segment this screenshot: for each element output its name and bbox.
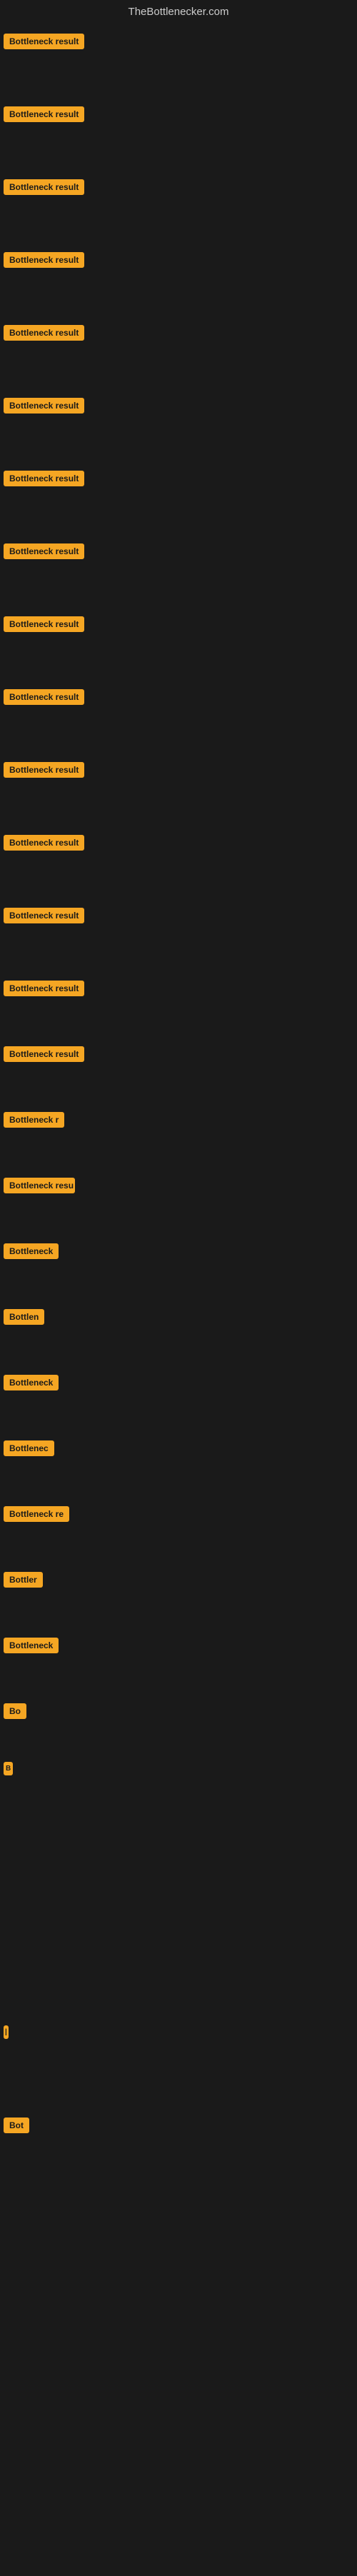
bottleneck-badge[interactable]: Bottleneck	[4, 1243, 59, 1259]
site-title: TheBottlenecker.com	[129, 6, 229, 18]
bottleneck-badge[interactable]: Bottleneck result	[4, 616, 84, 632]
list-item: Bo	[0, 1696, 357, 1733]
list-item: Bottleneck	[0, 1630, 357, 1668]
list-item: Bottleneck	[0, 1236, 357, 1273]
list-item: Bottleneck result	[0, 1039, 357, 1076]
bottleneck-badge[interactable]: Bottleneck	[4, 1638, 59, 1653]
list-item: Bottleneck result	[0, 536, 357, 573]
list-item	[0, 1975, 357, 1997]
list-item: Bottleneck result	[0, 973, 357, 1011]
content-area: Bottleneck result Bottleneck result Bott…	[0, 26, 357, 2576]
bottleneck-badge[interactable]: Bottleneck result	[4, 471, 84, 486]
bottleneck-badge[interactable]: Bottleneck result	[4, 34, 84, 49]
bottleneck-badge[interactable]: Bottleneck result	[4, 543, 84, 559]
bottleneck-badge[interactable]: Bottleneck re	[4, 1506, 69, 1522]
list-item: Bottleneck result	[0, 391, 357, 428]
bottleneck-badge[interactable]: Bottleneck	[4, 1375, 59, 1390]
list-item: Bottleneck result	[0, 682, 357, 719]
list-item: Bottleneck r	[0, 1105, 357, 1142]
bottleneck-badge[interactable]: Bottleneck result	[4, 762, 84, 778]
bottleneck-badge[interactable]: Bo	[4, 1703, 26, 1719]
list-item: Bottleneck result	[0, 828, 357, 865]
list-item: Bottler	[0, 1565, 357, 1602]
list-item: Bottlen	[0, 1302, 357, 1339]
list-item: Bottleneck result	[0, 463, 357, 501]
bottleneck-badge[interactable]: Bottleneck result	[4, 252, 84, 268]
list-item: Bottlenec	[0, 1433, 357, 1470]
bottleneck-badge[interactable]: Bottleneck resu	[4, 1178, 75, 1193]
bottleneck-badge[interactable]: Bottleneck result	[4, 908, 84, 923]
list-item: Bot	[0, 2110, 357, 2147]
list-item	[0, 1811, 357, 1833]
bottleneck-badge[interactable]: Bottleneck result	[4, 325, 84, 341]
list-item: Bottleneck resu	[0, 1171, 357, 1208]
bottleneck-badge[interactable]: |	[4, 2025, 9, 2039]
list-item: Bottleneck result	[0, 172, 357, 209]
bottleneck-badge[interactable]: Bot	[4, 2118, 29, 2133]
bottleneck-badge[interactable]: Bottleneck result	[4, 689, 84, 705]
bottleneck-badge[interactable]: Bottler	[4, 1572, 43, 1588]
list-item: Bottleneck result	[0, 901, 357, 938]
list-item: Bottleneck result	[0, 245, 357, 282]
bottleneck-badge[interactable]: Bottlen	[4, 1309, 44, 1325]
list-item: Bottleneck re	[0, 1499, 357, 1536]
bottleneck-badge[interactable]: Bottleneck result	[4, 179, 84, 195]
list-item: Bottleneck result	[0, 99, 357, 136]
bottleneck-badge[interactable]: Bottleneck result	[4, 398, 84, 414]
bottleneck-badge[interactable]: Bottleneck result	[4, 835, 84, 851]
bottleneck-badge[interactable]: B	[4, 1762, 13, 1775]
list-item: Bottleneck result	[0, 318, 357, 355]
bottleneck-badge[interactable]: Bottleneck result	[4, 981, 84, 996]
list-item: Bottleneck result	[0, 755, 357, 792]
list-item: Bottleneck result	[0, 609, 357, 646]
bottleneck-badge[interactable]: Bottlenec	[4, 1440, 54, 1456]
bottleneck-badge[interactable]: Bottleneck result	[4, 106, 84, 122]
bottleneck-badge[interactable]: Bottleneck r	[4, 1112, 64, 1128]
list-item: Bottleneck	[0, 1368, 357, 1405]
list-item: B	[0, 1755, 357, 1790]
list-item: |	[0, 2018, 357, 2053]
bottleneck-badge[interactable]: Bottleneck result	[4, 1046, 84, 1062]
list-item: Bottleneck result	[0, 26, 357, 64]
site-header: TheBottlenecker.com	[0, 0, 357, 26]
